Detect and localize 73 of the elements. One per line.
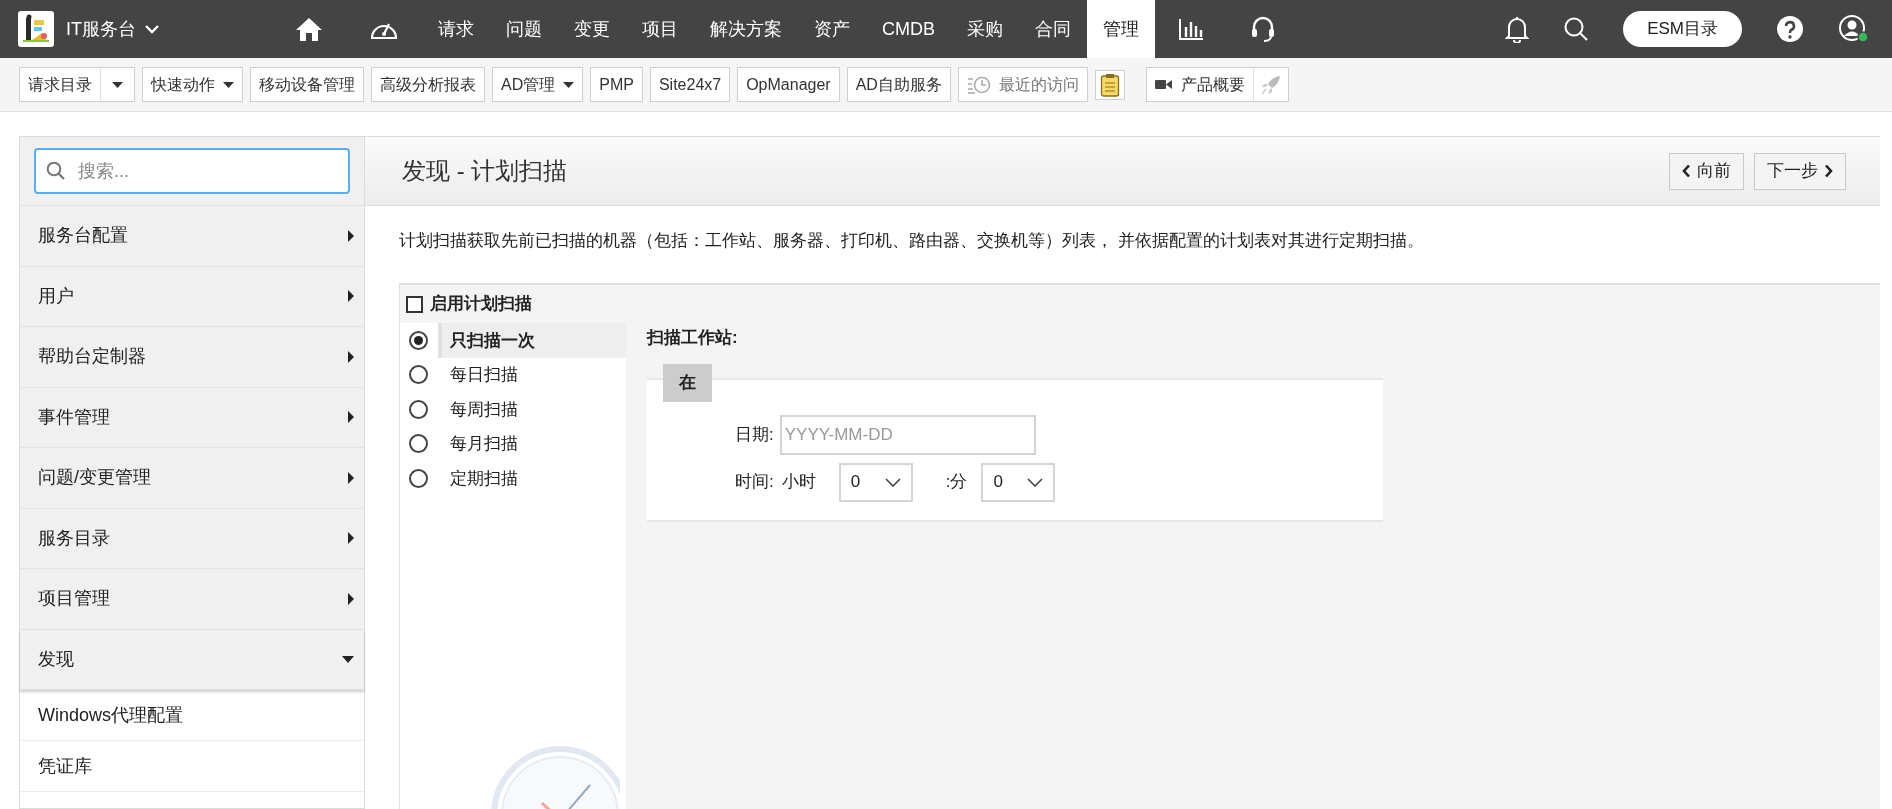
toolbar-button[interactable]: OpManager [737,67,840,102]
dropdown-button[interactable]: 快速动作 [142,67,243,102]
app-switcher[interactable]: IT服务台 [66,15,160,43]
nav-tab[interactable]: 项目 [626,0,694,58]
nav-tab[interactable]: 请求 [422,0,490,58]
sidebar-item[interactable]: 发现 [20,629,364,690]
time-select[interactable]: 0 [838,462,913,502]
field-label: 日期: [735,423,774,446]
chevron-down-icon [1027,477,1044,487]
toolbar-button[interactable]: AD自助服务 [846,67,951,102]
caret-down-icon [563,81,575,88]
field-label: :分 [945,471,968,494]
nav-tab[interactable]: 变更 [558,0,626,58]
video-camera-icon [1154,79,1173,90]
toolbar-button[interactable]: 移动设备管理 [250,67,364,102]
toolbar-button[interactable]: Site24x7 [649,67,731,102]
headset-icon [1250,15,1276,43]
bar-chart-icon [1178,17,1204,41]
help-icon [1776,15,1804,43]
schedule-radio[interactable]: 每周扫描 [400,392,626,427]
notes-button[interactable] [1094,69,1125,100]
notifications-button[interactable] [1505,15,1530,43]
schedule-radio[interactable]: 每月扫描 [400,426,626,461]
bell-icon [1505,15,1530,43]
toolbar-button[interactable]: 高级分析报表 [371,67,485,102]
field-label: 时间: [735,471,774,494]
time-select[interactable]: 0 [981,462,1056,502]
clock-icon [966,74,991,95]
avatar-icon [1838,14,1870,44]
caret-down-icon [112,81,123,88]
dropdown-button[interactable]: AD管理 [492,67,584,102]
section-title: 扫描工作站: [647,327,739,349]
nav-tab[interactable]: CMDB [866,0,951,58]
home-icon [295,16,323,42]
sidebar-item[interactable]: 服务目录 [20,508,364,569]
recent-visits-button[interactable]: 最近的访问 [957,67,1088,102]
caret-down-icon [223,81,234,88]
chevron-down-icon [884,477,901,487]
sidebar-item[interactable]: 项目管理 [20,569,364,630]
app-logo[interactable] [18,11,54,47]
page-title: 发现 - 计划扫描 [402,156,568,186]
nav-tab[interactable]: 管理 [1087,0,1155,58]
nav-tab[interactable]: 采购 [951,0,1019,58]
toolbar-button[interactable]: PMP [590,67,643,102]
nav-tab[interactable]: 合同 [1019,0,1087,58]
split-dropdown-button[interactable]: 请求目录 [19,67,135,102]
date-field[interactable]: YYYY-MM-DD [779,414,1036,455]
previous-button[interactable]: 向前 [1669,152,1744,190]
sidebar-item[interactable]: 问题/变更管理 [20,448,364,509]
help-button[interactable] [1776,15,1804,43]
schedule-radio[interactable]: 定期扫描 [400,461,626,496]
chevron-down-icon [144,24,160,34]
sidebar-item[interactable]: 帮助台定制器 [20,327,364,388]
description-text: 计划扫描获取先前已扫描的机器（包括：工作站、服务器、打印机、路由器、交换机等）列表， 并依据配置的计划表对其进行定期扫描。 [398,230,1425,251]
sidebar-item[interactable]: 事件管理 [20,387,364,448]
field-label: 小时 [781,471,816,494]
sidebar-item[interactable]: 用户 [20,266,364,327]
schedule-radio[interactable]: 每日扫描 [400,357,626,392]
sidebar-item[interactable]: 服务台配置 [20,206,364,267]
enable-checkbox[interactable]: 启用计划扫描 [400,285,626,323]
rocket-icon [1259,73,1282,96]
chevron-right-icon [1824,164,1833,178]
nav-tab[interactable]: 解决方案 [694,0,798,58]
chevron-left-icon [1682,164,1691,178]
next-button[interactable]: 下一步 [1754,152,1846,190]
profile-button[interactable] [1838,14,1870,44]
nav-tab[interactable]: 资产 [798,0,866,58]
nav-tab[interactable]: 问题 [490,0,558,58]
search-icon [1563,16,1590,42]
esm-catalog-button[interactable]: ESM目录 [1623,11,1742,47]
clipboard-icon [1099,72,1120,97]
search-field[interactable]: 搜索... [34,148,350,194]
search-button[interactable] [1563,16,1590,42]
